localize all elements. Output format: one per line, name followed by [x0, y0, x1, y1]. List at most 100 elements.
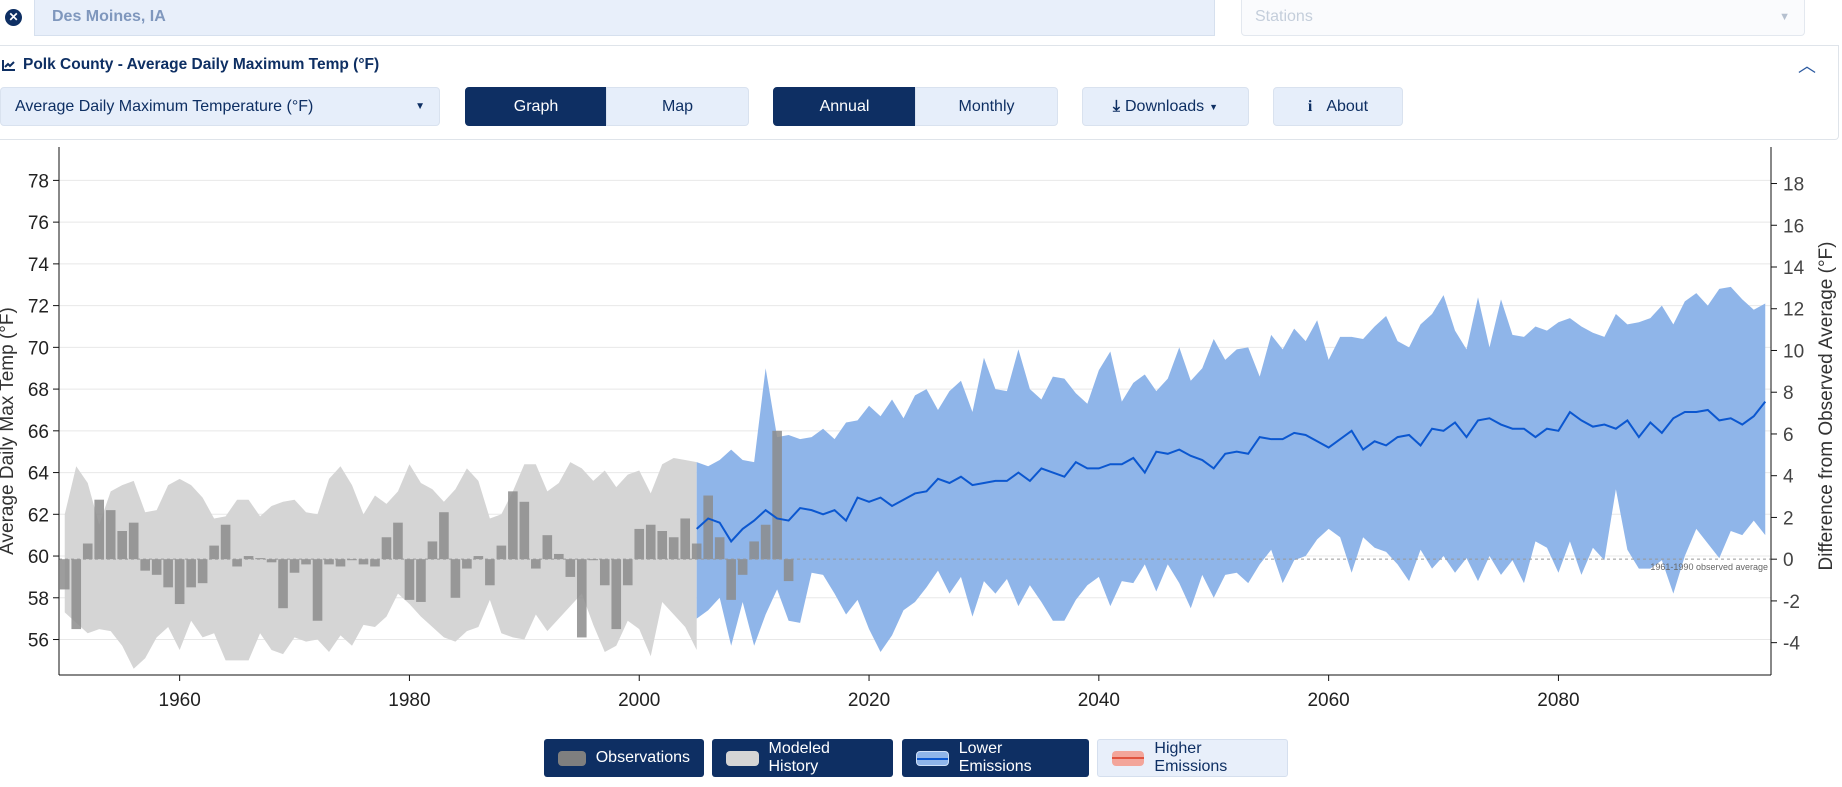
observation-bar	[703, 495, 713, 560]
observation-bar	[312, 559, 323, 621]
y-tick-label: 68	[28, 380, 49, 401]
lower-emissions-band	[696, 286, 1766, 653]
y-axis-label: Average Daily Max Temp (°F)	[0, 307, 18, 555]
observation-bar	[772, 430, 782, 560]
observation-bar	[105, 510, 116, 560]
observation-bar	[726, 559, 736, 600]
legend-higher-emissions-label: Higher Emissions	[1154, 740, 1228, 775]
observation-bar	[519, 501, 530, 560]
y2-tick-label: 14	[1783, 258, 1805, 279]
observation-bar	[128, 522, 139, 560]
observation-bar	[657, 531, 668, 560]
x-tick-label: 2060	[1307, 690, 1349, 711]
observation-bar	[117, 531, 127, 560]
legend-modeled-history[interactable]: Modeled History	[712, 739, 893, 777]
y-tick-label: 56	[28, 631, 49, 652]
observation-bar	[404, 559, 415, 600]
y2-tick-label: 12	[1783, 300, 1804, 321]
observation-bar	[439, 512, 449, 560]
y-tick-label: 78	[28, 171, 49, 192]
observation-bar	[393, 522, 403, 560]
observation-bar	[140, 559, 150, 571]
y-tick-label: 62	[28, 505, 49, 526]
x-tick-label: 2080	[1537, 690, 1579, 711]
observation-bar	[232, 559, 242, 567]
observation-bar	[714, 537, 725, 560]
y-tick-label: 64	[28, 464, 50, 485]
observation-bar	[358, 559, 369, 565]
observation-bar	[427, 541, 438, 560]
observation-bar	[542, 535, 553, 560]
observation-bar	[783, 559, 794, 582]
legend-lower-emissions-label: Lower Emissions	[958, 740, 1032, 775]
observation-bar	[209, 545, 219, 560]
higher-emissions-swatch	[1112, 750, 1145, 766]
modeled-history-swatch	[726, 750, 759, 766]
legend-observations[interactable]: Observations	[544, 739, 704, 777]
observation-bar	[645, 524, 656, 560]
y2-tick-label: 16	[1783, 216, 1804, 237]
reference-label: 1961-1990 observed average	[1650, 562, 1768, 572]
observation-bar	[186, 559, 196, 588]
observation-bar	[82, 543, 93, 560]
y-tick-label: 70	[28, 338, 49, 359]
y2-tick-label: 4	[1783, 467, 1794, 488]
lower-emissions-swatch	[916, 750, 949, 766]
observation-bar	[278, 559, 288, 609]
observation-bar	[554, 553, 564, 560]
observation-bar	[680, 518, 691, 560]
x-tick-label: 1960	[159, 690, 201, 711]
y2-tick-label: 6	[1783, 425, 1794, 446]
observation-bar	[381, 537, 392, 560]
observation-bar	[71, 559, 82, 630]
y-tick-label: 72	[28, 297, 49, 318]
x-tick-label: 2040	[1078, 690, 1120, 711]
y2-axis-label: Difference from Observed Average (°F)	[1816, 242, 1837, 571]
observation-bar	[416, 559, 426, 602]
legend-modeled-history-label: Modeled History	[768, 740, 830, 775]
observation-bar	[462, 559, 472, 569]
observation-bar	[691, 543, 702, 560]
y-tick-label: 66	[28, 422, 49, 443]
observation-bar	[749, 541, 759, 560]
y-tick-label: 58	[28, 589, 49, 610]
observation-bar	[94, 499, 105, 560]
observation-bar	[668, 537, 679, 560]
y-tick-label: 60	[28, 547, 49, 568]
observation-bar	[163, 559, 173, 588]
observation-bar	[174, 559, 185, 605]
y2-tick-label: 8	[1783, 383, 1794, 404]
y2-tick-label: 2	[1783, 508, 1794, 529]
x-tick-label: 1980	[388, 690, 430, 711]
observation-bar	[737, 559, 748, 575]
legend-observations-label: Observations	[595, 749, 690, 766]
climate-chart: 1961-1990 observed average56586062646668…	[0, 147, 1837, 711]
observation-bar	[450, 559, 461, 598]
observation-bar	[622, 559, 633, 586]
legend-lower-emissions[interactable]: Lower Emissions	[902, 739, 1089, 777]
observation-bar	[59, 559, 70, 590]
observation-bar	[151, 559, 162, 575]
observation-bar	[301, 559, 311, 565]
y2-tick-label: -2	[1783, 592, 1800, 613]
observation-bar	[576, 559, 587, 638]
x-tick-label: 2000	[618, 690, 660, 711]
observation-bar	[531, 559, 541, 569]
observation-bar	[611, 559, 622, 630]
legend-higher-emissions[interactable]: Higher Emissions	[1097, 739, 1288, 777]
y2-tick-label: 18	[1783, 175, 1804, 196]
observation-bar	[220, 524, 231, 560]
observation-bar	[565, 559, 576, 577]
observation-bar	[634, 528, 645, 560]
observation-bar	[508, 491, 518, 560]
y2-tick-label: -4	[1783, 634, 1800, 655]
observations-swatch	[558, 750, 586, 766]
y2-tick-label: 0	[1783, 550, 1794, 571]
observation-bar	[496, 545, 507, 560]
observation-bar	[289, 559, 300, 573]
x-tick-label: 2020	[848, 690, 890, 711]
y-tick-label: 74	[28, 255, 50, 276]
y2-tick-label: 10	[1783, 341, 1804, 362]
observation-bar	[335, 559, 346, 567]
y-tick-label: 76	[28, 213, 49, 234]
